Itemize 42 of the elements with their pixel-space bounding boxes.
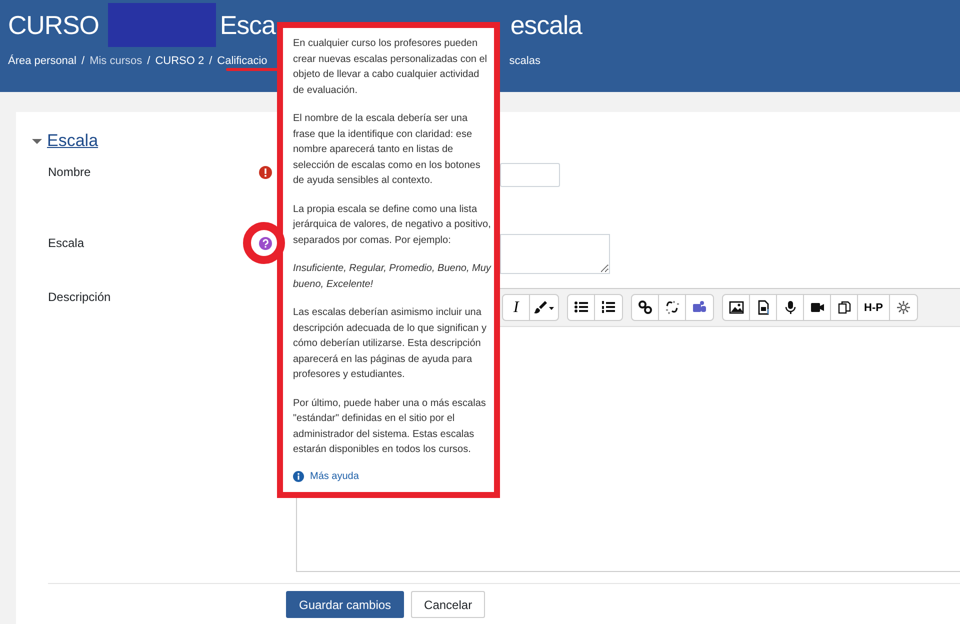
bullet-list-icon [574,300,588,315]
numbered-list-icon [601,300,616,315]
breadcrumb-link[interactable]: Calificacio [217,55,268,67]
cancel-button[interactable]: Cancelar [411,591,486,618]
breadcrumb-separator: / [82,55,85,67]
field-label: Descripción [48,289,112,304]
breadcrumb-link[interactable]: Mis cursos [90,55,142,67]
breadcrumb-separator: / [147,55,150,67]
breadcrumb-link[interactable]: Área personal [8,55,76,67]
help-text: El nombre de la escala debería ser una frase que la identifique con claridad: ese nombre aparecerá tanto en listas de selección de escalas como en los botones de ayuda sensibles al contexto. [293,112,482,188]
info-icon [293,470,304,482]
gear-icon [896,300,911,315]
unlink-icon [664,300,680,315]
italic-button[interactable]: I [503,295,530,320]
help-icon[interactable] [259,237,272,250]
link-icon [638,300,652,315]
field-label: Nombre [48,164,92,179]
required-icon[interactable] [259,166,272,179]
breadcrumb-separator: / [209,55,212,67]
page-title: CURSO [8,10,99,40]
save-button[interactable]: Guardar cambios [286,591,404,618]
image-icon [728,300,744,315]
help-text: La propia escala se define como una lista jerárquica de valores, de negativo a positivo, separados por comas. Por ejemplo: [293,202,492,248]
help-text: En cualquier curso los profesores pueden crear nuevas escalas personalizadas con el objeto de llevar a cabo cualquier actividad de evaluación. [293,37,488,98]
help-text: Por último, puede haber una o más escalas "estándar" definidas en el sitio por el administrador del sistema. Estas escalas estarán disponibles en todos los cursos. [293,396,487,457]
breadcrumb-link[interactable]: CURSO 2 [155,55,204,67]
breadcrumb-link[interactable]: scalas [509,55,540,67]
microphone-icon [782,300,798,315]
h5p-button[interactable]: H-P [858,295,890,320]
paintbrush-icon [533,300,555,315]
people-icon [692,300,707,315]
section-title[interactable]: Escala [47,131,98,151]
copy-icon [836,300,852,315]
video-camera-icon [810,300,824,315]
file-icon [756,300,770,315]
page-title: escala [510,10,582,40]
page-title: Esca [220,10,276,40]
help-text: Las escalas deberían asimismo incluir una descripción adecuada de lo que significan y cómo deberían utilizarse. Esta descripción aparecerá en las páginas de ayuda para profesores y estudiantes. [293,306,488,382]
more-help-link[interactable]: Más ayuda [310,468,359,484]
name-input[interactable] [500,163,560,187]
field-label: Escala [48,235,86,250]
collapse-caret-icon[interactable] [32,136,42,146]
